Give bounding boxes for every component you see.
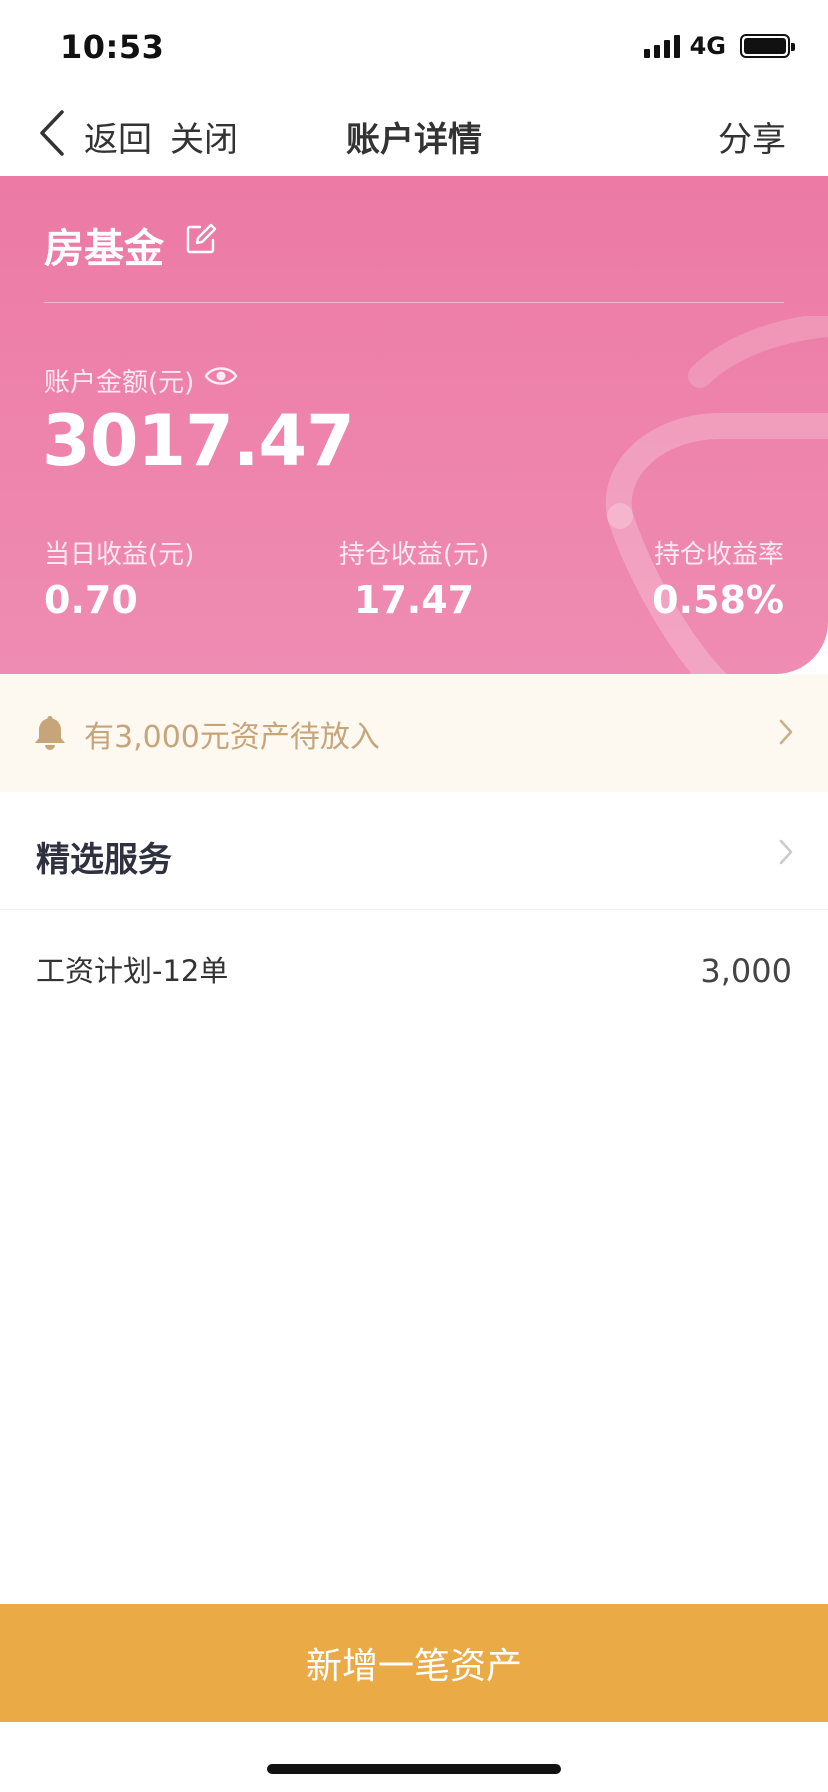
chevron-left-icon[interactable]: [36, 108, 72, 158]
pending-assets-notice[interactable]: 有3,000元资产待放入: [0, 674, 828, 792]
back-button[interactable]: 返回: [84, 112, 152, 161]
bell-icon: [35, 716, 65, 750]
holding-rate-label: 持仓收益率: [653, 540, 784, 570]
account-card: 房基金 账户金额(元) 3017.47 当日收益(元) 0.70 持仓收益(元)…: [0, 176, 828, 674]
nav-bar: 返回 关闭 账户详情 分享: [0, 90, 828, 176]
close-button[interactable]: 关闭: [170, 112, 238, 161]
battery-icon: [740, 34, 795, 58]
home-indicator[interactable]: [267, 1764, 561, 1774]
amount-label: 账户金额(元): [44, 368, 195, 398]
featured-services-title: 精选服务: [36, 840, 172, 880]
chevron-right-icon: [779, 719, 793, 745]
share-button[interactable]: 分享: [718, 112, 786, 161]
service-item-amount: 3,000: [700, 952, 792, 990]
account-name: 房基金: [44, 226, 164, 272]
service-item[interactable]: 工资计划-12单 3,000: [0, 910, 828, 1020]
network-type: 4G: [689, 32, 726, 60]
status-indicators: 4G: [643, 32, 795, 60]
status-bar: 10:53 4G: [0, 0, 828, 90]
signal-icon: [643, 34, 680, 58]
chevron-right-icon: [779, 839, 793, 865]
card-divider: [44, 302, 784, 303]
notice-text: 有3,000元资产待放入: [84, 720, 380, 755]
featured-services-header[interactable]: 精选服务: [0, 792, 828, 910]
add-asset-button[interactable]: 新增一笔资产: [0, 1604, 828, 1722]
service-item-name: 工资计划-12单: [36, 954, 229, 988]
eye-icon[interactable]: [204, 362, 238, 390]
account-amount: 3017.47: [42, 400, 355, 482]
status-time: 10:53: [60, 28, 165, 66]
edit-icon[interactable]: [184, 222, 218, 256]
holding-rate-value: 0.58%: [652, 578, 784, 622]
